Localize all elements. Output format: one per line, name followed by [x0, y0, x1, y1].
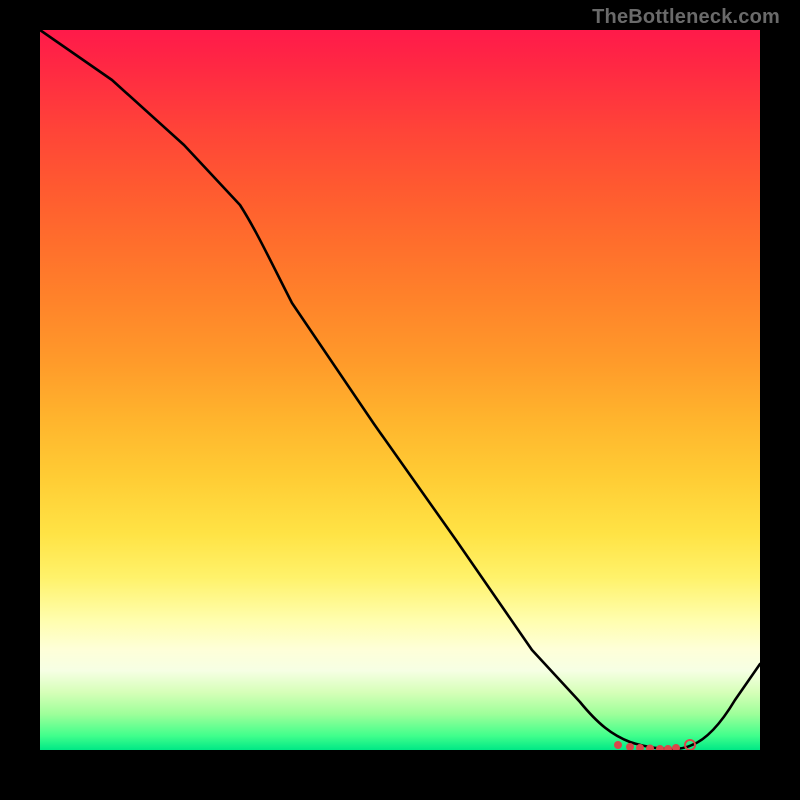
chart-svg	[40, 30, 760, 750]
marker-dot	[672, 744, 680, 750]
marker-dot	[664, 745, 672, 750]
plot-area	[40, 30, 760, 750]
bottleneck-curve-line	[40, 30, 760, 749]
marker-dot	[656, 745, 664, 750]
marker-dot	[614, 741, 622, 749]
watermark-text: TheBottleneck.com	[592, 6, 780, 29]
chart-container: TheBottleneck.com	[0, 0, 800, 800]
